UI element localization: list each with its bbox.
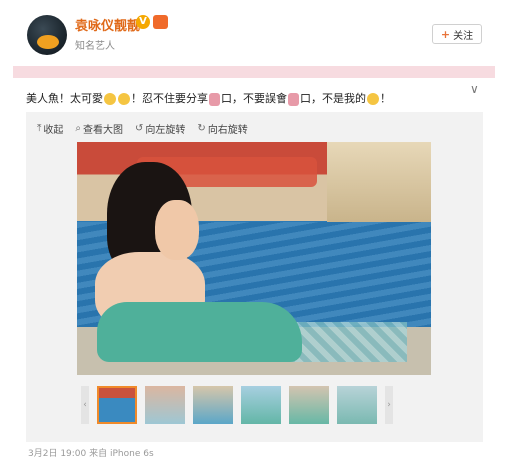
post-photo[interactable]: [77, 142, 431, 375]
smile-emoji-icon: [118, 93, 130, 105]
post-text-part-4: 口，不是我的: [300, 92, 366, 105]
thumbnail-4[interactable]: [241, 386, 281, 424]
plus-icon: +: [440, 27, 451, 41]
follow-label: 关注: [453, 30, 474, 42]
photo-face: [155, 200, 199, 260]
thumbnail-6[interactable]: [337, 386, 377, 424]
post-text-part-5: ！: [380, 92, 391, 105]
post-text-part-3: 口，不要誤會: [221, 92, 287, 105]
post-text: 美人魚！太可愛 ！忍不住要分享 口，不要誤會 口，不是我的 ！: [26, 90, 391, 106]
smile-emoji-icon: [104, 93, 116, 105]
thumb-next-arrow-icon[interactable]: ›: [385, 386, 393, 424]
girl-emoji-icon: [209, 92, 220, 106]
girl-emoji-icon: [288, 92, 299, 106]
rotate-right-icon: ↻: [197, 123, 206, 134]
upload-arrow-icon: ⤒: [37, 123, 42, 134]
follow-button[interactable]: + 关注: [432, 24, 482, 44]
chevron-down-icon[interactable]: ∨: [470, 82, 479, 96]
photo-mermaid-tail: [97, 302, 302, 362]
rotate-right-label: 向右旋转: [207, 125, 248, 136]
collapse-button[interactable]: ⤒ 收起: [37, 121, 63, 136]
banner-strip: [13, 66, 495, 78]
thumbnail-strip: ‹ ›: [81, 386, 393, 424]
thumbnail-3[interactable]: [193, 386, 233, 424]
avatar[interactable]: [27, 15, 67, 55]
thumbnail-1[interactable]: [97, 386, 137, 424]
photo-building: [327, 142, 431, 222]
rotate-left-button[interactable]: ↺ 向左旋转: [135, 121, 185, 136]
member-badge-icon: [153, 15, 168, 29]
relieved-emoji-icon: [367, 93, 379, 105]
verified-badge-icon: V: [136, 15, 150, 29]
rotate-left-label: 向左旋转: [145, 125, 186, 136]
user-name[interactable]: 袁咏仪靓靓: [75, 15, 140, 34]
collapse-label: 收起: [43, 125, 64, 136]
post-text-part-2: ！忍不住要分享: [131, 92, 208, 105]
view-large-button[interactable]: ⌕ 查看大图: [75, 121, 123, 136]
avatar-image: [37, 35, 59, 49]
thumb-prev-arrow-icon[interactable]: ‹: [81, 386, 89, 424]
thumbnail-5[interactable]: [289, 386, 329, 424]
rotate-right-button[interactable]: ↻ 向右旋转: [197, 121, 247, 136]
thumbnail-2[interactable]: [145, 386, 185, 424]
media-toolbar: ⤒ 收起 ⌕ 查看大图 ↺ 向左旋转 ↻ 向右旋转: [37, 121, 248, 136]
view-large-label: 查看大图: [83, 125, 124, 136]
rotate-left-icon: ↺: [135, 123, 144, 134]
magnifier-icon: ⌕: [75, 123, 82, 134]
post-meta: 3月2日 19:00 来自 iPhone 6s: [28, 449, 154, 459]
photo-tail-fin: [287, 322, 407, 362]
post-text-part-1: 美人魚！太可愛: [26, 92, 103, 105]
user-subtitle: 知名艺人: [75, 41, 115, 52]
